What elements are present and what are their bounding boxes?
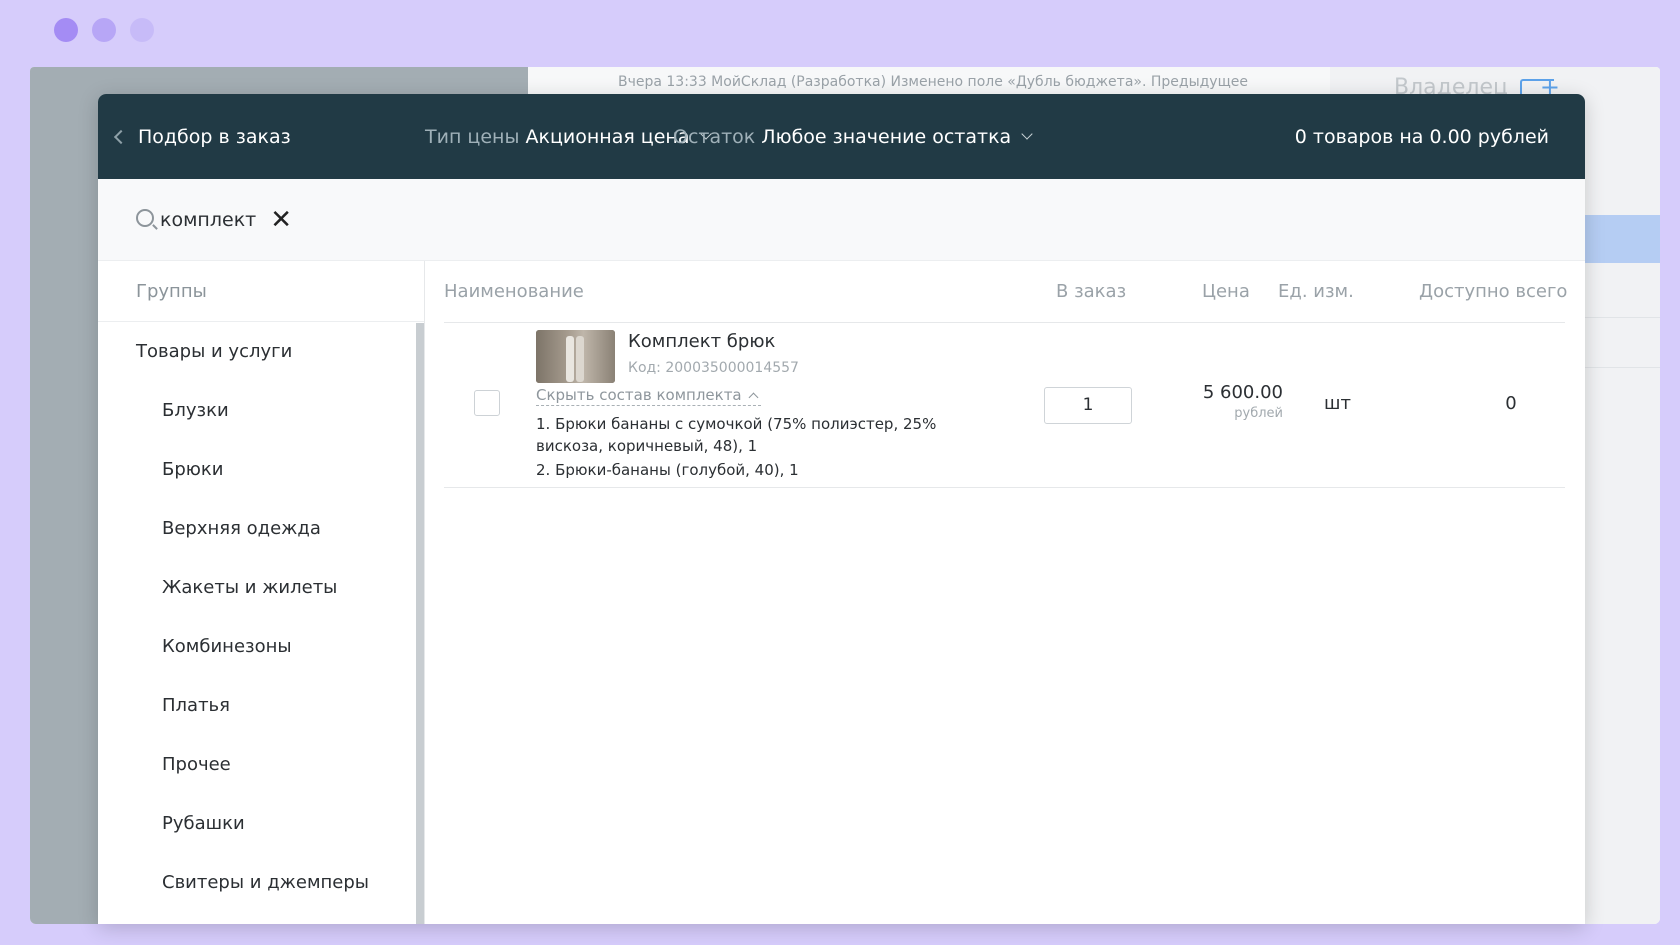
group-item[interactable]: Свитеры и джемперы [98, 853, 424, 912]
products-table: Наименование В заказ Цена Ед. изм. Досту… [426, 261, 1567, 924]
group-item[interactable]: Комбинезоны [98, 617, 424, 676]
search-input[interactable]: комплект [160, 209, 256, 231]
order-total: 0 товаров на 0.00 рублей [1294, 125, 1549, 148]
groups-list: Товары и услуги Блузки Брюки Верхняя оде… [98, 322, 424, 912]
column-order[interactable]: В заказ [1056, 261, 1126, 323]
product-picker-modal: Подбор в заказ Тип цены Акционная цена О… [98, 94, 1585, 924]
window-close-dot[interactable] [54, 18, 78, 42]
group-item[interactable]: Платья [98, 676, 424, 735]
window-maximize-dot[interactable] [130, 18, 154, 42]
price-type-dropdown[interactable]: Тип цены Акционная цена [425, 94, 712, 179]
column-price[interactable]: Цена [1202, 261, 1250, 323]
price-type-value: Акционная цена [525, 125, 690, 148]
chevron-down-icon [1021, 127, 1033, 140]
background-notification[interactable]: Вчера 13:33 МойСклад (Разработка) Измене… [538, 69, 1328, 95]
table-header: Наименование В заказ Цена Ед. изм. Досту… [444, 261, 1567, 323]
column-unit[interactable]: Ед. изм. [1278, 261, 1354, 323]
sidebar-scrollbar[interactable] [416, 323, 424, 924]
product-thumbnail[interactable] [536, 330, 615, 383]
window-minimize-dot[interactable] [92, 18, 116, 42]
groups-sidebar: Группы Товары и услуги Блузки Брюки Верх… [98, 261, 425, 924]
bundle-component: 2. Брюки-бананы (голубой, 40), 1 [536, 461, 799, 479]
group-item[interactable]: Жакеты и жилеты [98, 558, 424, 617]
unit-cell: шт [1324, 393, 1351, 414]
back-label: Подбор в заказ [138, 125, 291, 148]
modal-header: Подбор в заказ Тип цены Акционная цена О… [98, 94, 1585, 179]
column-name[interactable]: Наименование [444, 261, 584, 323]
search-bar: комплект ✕ [98, 179, 1585, 261]
product-name[interactable]: Комплект брюк [628, 331, 775, 352]
price-currency: рублей [1234, 406, 1283, 421]
group-item[interactable]: Прочее [98, 735, 424, 794]
group-item[interactable]: Блузки [98, 381, 424, 440]
price-value: 5 600.00 [1202, 382, 1283, 403]
price-cell: 5 600.00 рублей [1203, 381, 1283, 423]
group-item[interactable]: Брюки [98, 440, 424, 499]
row-checkbox[interactable] [474, 390, 500, 416]
stock-value: Любое значение остатка [761, 125, 1012, 148]
group-item[interactable]: Рубашки [98, 794, 424, 853]
stock-dropdown[interactable]: Остаток Любое значение остатка [673, 94, 1033, 179]
bundle-components: 1. Брюки бананы с сумочкой (75% полиэсте… [536, 413, 996, 483]
price-type-label: Тип цены [425, 125, 520, 148]
group-item-root[interactable]: Товары и услуги [98, 322, 424, 381]
table-row: Комплект брюк Код: 200035000014557 Скрыт… [444, 323, 1565, 488]
product-code: Код: 200035000014557 [628, 360, 799, 376]
groups-title: Группы [98, 261, 424, 322]
back-button[interactable]: Подбор в заказ [113, 125, 291, 148]
chevron-left-icon [113, 129, 129, 144]
bundle-component: 1. Брюки бананы с сумочкой (75% полиэсте… [536, 415, 937, 455]
hide-bundle-label: Скрыть состав комплекта [536, 386, 742, 404]
clear-search-icon[interactable]: ✕ [270, 207, 292, 233]
hide-bundle-toggle[interactable]: Скрыть состав комплекта [536, 385, 761, 406]
chevron-up-icon [748, 392, 759, 403]
quantity-input[interactable]: 1 [1044, 387, 1132, 424]
stock-label: Остаток [673, 125, 756, 148]
search-icon [136, 208, 154, 227]
column-available[interactable]: Доступно всего [1419, 261, 1567, 323]
group-item[interactable]: Верхняя одежда [98, 499, 424, 558]
modal-body: Группы Товары и услуги Блузки Брюки Верх… [98, 261, 1585, 924]
available-cell: 0 [1505, 393, 1517, 414]
